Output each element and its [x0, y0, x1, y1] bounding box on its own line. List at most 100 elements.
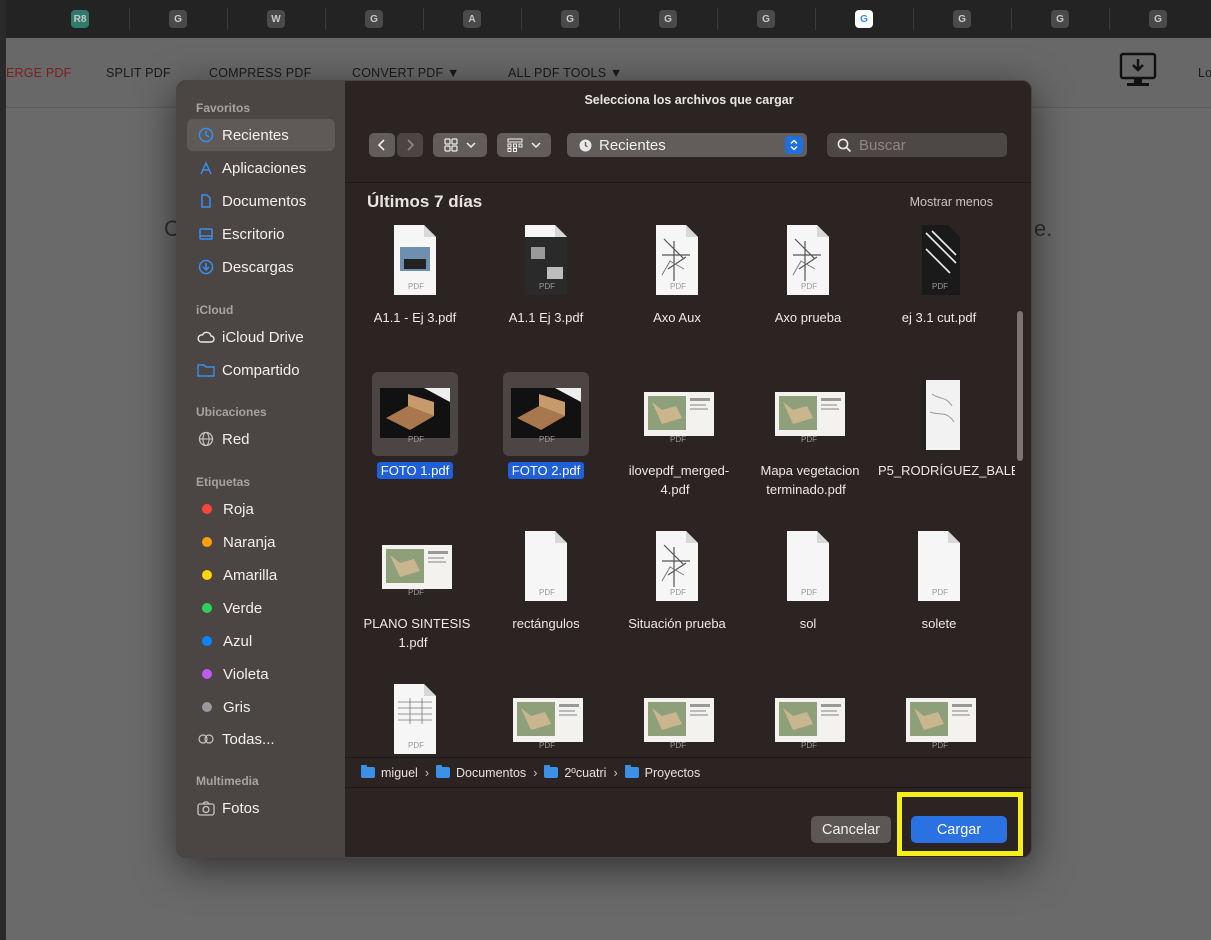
search-input[interactable]: Buscar	[827, 133, 1007, 157]
sidebar-item-tag[interactable]: Roja	[187, 493, 335, 525]
sidebar-item-fotos[interactable]: Fotos	[187, 792, 335, 824]
sidebar-item-escritorio[interactable]: Escritorio	[187, 218, 335, 250]
tab-divider	[423, 8, 424, 30]
chevron-left-icon	[377, 139, 385, 151]
tab-divider	[1109, 8, 1110, 30]
nav-compress-pdf[interactable]: COMPRESS PDF	[209, 66, 311, 80]
path-segment[interactable]: Proyectos	[645, 766, 701, 780]
tab-favicon[interactable]: G	[659, 10, 677, 28]
sidebar-item-tag[interactable]: Azul	[187, 625, 335, 657]
file-item[interactable]: PDF	[612, 678, 742, 757]
location-popup[interactable]: Recientes	[567, 133, 807, 157]
file-item[interactable]: PDF FOTO 2.pdf	[481, 372, 611, 522]
tab-favicon[interactable]: G	[1051, 10, 1069, 28]
sidebar-item-label: Naranja	[223, 533, 276, 551]
chevron-down-icon	[531, 142, 541, 149]
tab-favicon[interactable]: G	[169, 10, 187, 28]
sidebar-item-label: Gris	[223, 698, 251, 716]
file-item[interactable]: PDF	[743, 678, 873, 757]
tab-favicon[interactable]: G	[757, 10, 775, 28]
tab-favicon[interactable]: A	[463, 10, 481, 28]
sidebar-item-red[interactable]: Red	[187, 423, 335, 455]
file-item[interactable]: PDF solete	[874, 525, 1004, 675]
sidebar-item-todas[interactable]: Todas...	[187, 723, 335, 755]
tab-divider	[325, 8, 326, 30]
nav-all-pdf-tools[interactable]: ALL PDF TOOLS ▼	[508, 66, 623, 80]
tab-favicon[interactable]: G	[561, 10, 579, 28]
tab-favicon[interactable]: G	[1149, 10, 1167, 28]
file-name-text: solete	[921, 616, 957, 631]
file-item[interactable]: PDF FOTO 1.pdf	[350, 372, 480, 522]
file-item[interactable]: PDF ilovepdf_merged-4.pdf	[612, 372, 742, 522]
sidebar-item-label: Red	[222, 430, 250, 448]
cancel-button[interactable]: Cancelar	[811, 816, 891, 843]
sidebar-item-tag[interactable]: Amarilla	[187, 559, 335, 591]
file-item[interactable]: PDF Mapa vegetacion terminado.pdf	[743, 372, 873, 522]
dialog-main: Selecciona los archivos que cargar Recie…	[345, 81, 1031, 857]
file-name: PLANO SINTESIS 1.pdf	[350, 614, 480, 652]
file-item[interactable]: PDF	[350, 678, 480, 757]
icon-view-button[interactable]	[433, 133, 487, 157]
path-segment[interactable]: miguel	[381, 766, 418, 780]
file-thumbnail: PDF	[765, 372, 851, 456]
group-view-button[interactable]	[497, 133, 551, 157]
svg-text:PDF: PDF	[539, 741, 555, 750]
file-item[interactable]: PDF Situación prueba	[612, 525, 742, 675]
section-etiquetas: Etiquetas	[196, 475, 251, 489]
back-button[interactable]	[369, 133, 395, 157]
file-item[interactable]: PDF	[874, 678, 1004, 757]
browser-tab-bar: R8 G W G A G G G G G G G	[6, 0, 1211, 38]
svg-text:PDF: PDF	[932, 588, 948, 597]
sidebar-item-tag[interactable]: Gris	[187, 691, 335, 723]
file-item[interactable]: PDF ej 3.1 cut.pdf	[874, 219, 1004, 369]
sidebar-item-label: Verde	[223, 599, 263, 617]
path-segment[interactable]: 2ºcuatri	[564, 766, 606, 780]
tab-favicon[interactable]: G	[953, 10, 971, 28]
file-thumbnail: PDF	[634, 372, 720, 456]
sidebar-item-documentos[interactable]: Documentos	[187, 185, 335, 217]
sidebar-item-tag[interactable]: Naranja	[187, 526, 335, 558]
nav-split-pdf[interactable]: SPLIT PDF	[106, 66, 171, 80]
tab-favicon[interactable]: R8	[71, 10, 89, 28]
sidebar-item-descargas[interactable]: Descargas	[187, 251, 335, 283]
sidebar-item-recientes[interactable]: Recientes	[187, 119, 335, 151]
tag-color-dot	[202, 570, 212, 580]
file-item[interactable]: PDF sol	[743, 525, 873, 675]
file-item[interactable]: PDF A1.1 - Ej 3.pdf	[350, 219, 480, 369]
sidebar-item-icloud-drive[interactable]: iCloud Drive	[187, 321, 335, 353]
forward-button[interactable]	[397, 133, 423, 157]
file-name-text: rectángulos	[512, 616, 580, 631]
sidebar-item-label: Violeta	[223, 665, 269, 683]
tab-favicon[interactable]: G	[365, 10, 383, 28]
svg-text:PDF: PDF	[539, 282, 555, 291]
file-item[interactable]: PDF Axo Aux	[612, 219, 742, 369]
path-segment[interactable]: Documentos	[456, 766, 526, 780]
file-item[interactable]: PDF Axo prueba	[743, 219, 873, 369]
sidebar-item-tag[interactable]: Violeta	[187, 658, 335, 690]
file-item[interactable]: PDF	[481, 678, 611, 757]
tab-favicon[interactable]: G	[855, 10, 873, 28]
login-link[interactable]: Lo	[1198, 66, 1211, 80]
file-thumbnail: PDF	[765, 525, 851, 609]
file-open-dialog: Favoritos Recientes Aplicaciones Documen…	[176, 80, 1032, 858]
nav-convert-pdf[interactable]: CONVERT PDF ▼	[352, 66, 460, 80]
file-thumbnail: PDF	[765, 678, 851, 757]
file-name-text: Axo Aux	[653, 310, 701, 325]
scrollbar[interactable]	[1017, 311, 1023, 461]
sidebar-item-tag[interactable]: Verde	[187, 592, 335, 624]
sidebar-item-label: Descargas	[222, 258, 294, 276]
file-item[interactable]: PDF A1.1 Ej 3.pdf	[481, 219, 611, 369]
show-less-button[interactable]: Mostrar menos	[910, 195, 993, 209]
file-name: sol	[743, 614, 873, 633]
file-item[interactable]: PDF PLANO SINTESIS 1.pdf	[350, 525, 480, 675]
sidebar-item-aplicaciones[interactable]: Aplicaciones	[187, 152, 335, 184]
file-item[interactable]: P5_RODRÍGUEZ_BALEST...MIGUEL	[874, 372, 1015, 522]
clock-icon	[579, 139, 592, 152]
nav-merge-pdf[interactable]: ERGE PDF	[6, 66, 72, 80]
file-item[interactable]: PDF rectángulos	[481, 525, 611, 675]
desktop-download-icon[interactable]	[1117, 52, 1159, 88]
chevron-right-icon	[407, 139, 415, 151]
tab-favicon[interactable]: W	[267, 10, 285, 28]
sidebar-item-compartido[interactable]: Compartido	[187, 354, 335, 386]
file-thumbnail: PDF	[372, 219, 458, 303]
